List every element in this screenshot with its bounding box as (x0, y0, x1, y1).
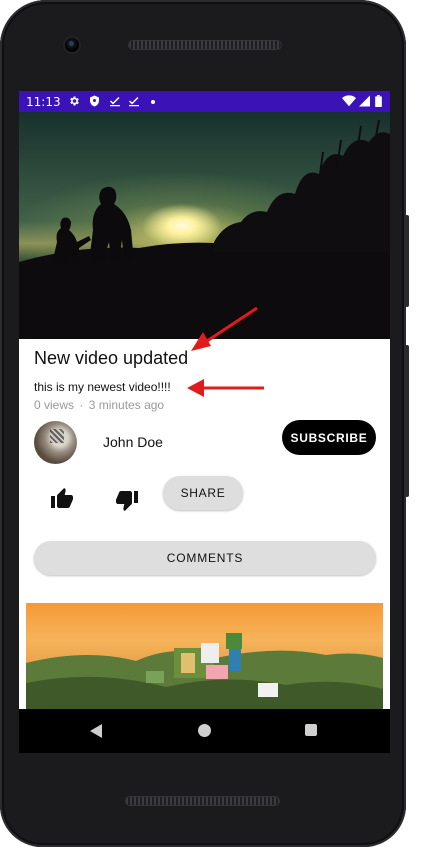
volume-button (405, 345, 409, 497)
meta-separator: · (79, 398, 84, 412)
status-bar: 11:13 (19, 91, 390, 112)
avatar-pattern (50, 429, 64, 443)
top-speaker (129, 41, 281, 49)
power-button (405, 215, 409, 307)
channel-name[interactable]: John Doe (103, 434, 163, 450)
video-description: this is my newest video!!!! (34, 380, 171, 394)
next-video-thumbnail[interactable] (26, 603, 383, 709)
wifi-icon (342, 95, 356, 111)
back-icon[interactable] (89, 724, 103, 743)
avatar[interactable] (34, 421, 77, 464)
check-icon (128, 95, 140, 111)
status-time: 11:13 (26, 95, 61, 109)
video-player[interactable] (19, 112, 390, 339)
home-icon[interactable] (198, 724, 211, 737)
video-title: New video updated (34, 348, 189, 368)
navigation-bar (19, 709, 390, 753)
recents-icon[interactable] (305, 724, 317, 736)
front-camera (65, 38, 79, 52)
thumbs-up-icon[interactable] (50, 487, 74, 511)
app-screen: 11:13 New video updated this is my newes… (19, 91, 390, 709)
subscribe-button[interactable]: SUBSCRIBE (282, 420, 376, 455)
view-count: 0 views (34, 398, 75, 412)
bottom-speaker (126, 797, 279, 805)
thumbnail-artwork (26, 633, 383, 709)
battery-icon (375, 95, 382, 111)
share-button[interactable]: SHARE (163, 476, 243, 510)
gear-icon (68, 95, 80, 111)
upload-time: 3 minutes ago (88, 398, 165, 412)
video-frame (19, 119, 390, 339)
comments-button[interactable]: COMMENTS (34, 541, 376, 575)
thumbs-down-icon[interactable] (115, 488, 139, 512)
shield-icon (89, 95, 100, 111)
dot-icon (150, 95, 156, 111)
check-icon (109, 95, 121, 111)
video-meta: 0 views · 3 minutes ago (34, 398, 164, 412)
signal-icon (359, 95, 370, 111)
